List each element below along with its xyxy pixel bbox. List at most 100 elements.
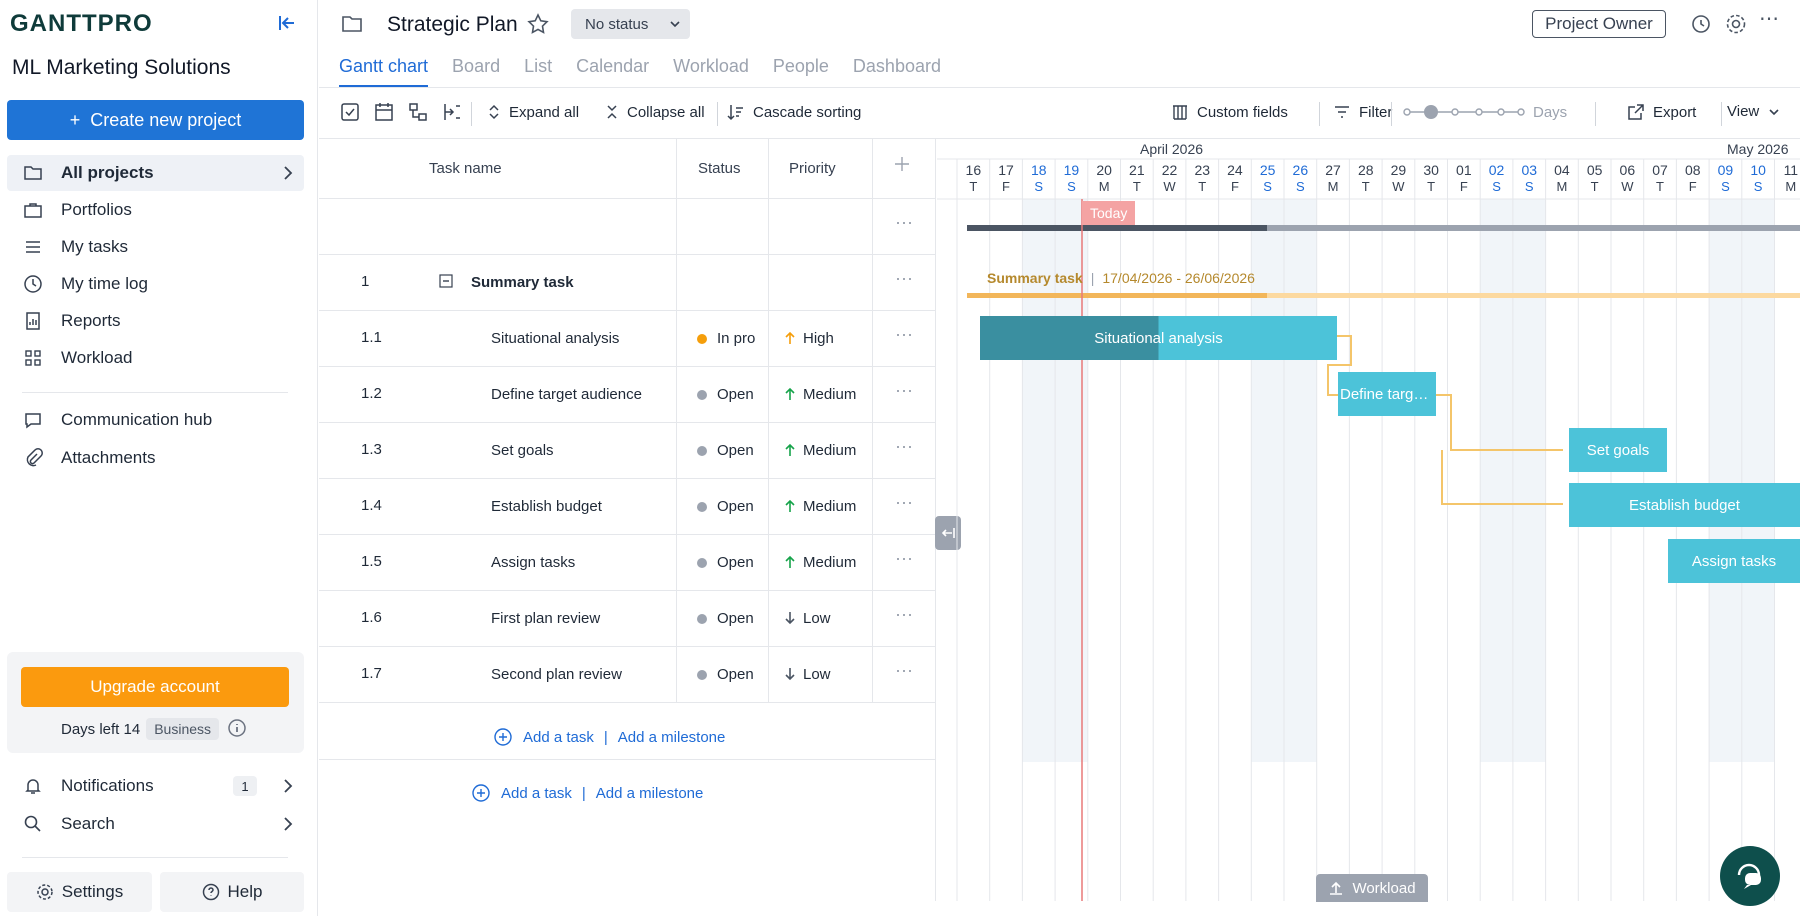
tab-board[interactable]: Board [452,56,500,87]
info-icon[interactable] [227,718,247,738]
summary-row[interactable]: 1 Summary task ⋯ [319,255,935,311]
add-milestone-link[interactable]: Add a milestone [618,729,726,746]
tab-workload[interactable]: Workload [673,56,749,87]
priority-value[interactable]: Low [803,666,831,683]
status-value[interactable]: Open [717,666,761,683]
status-value[interactable]: Open [717,386,761,403]
add-task-link[interactable]: Add a task [523,729,594,746]
sidebar-item-my-tasks[interactable]: My tasks [7,229,304,265]
sidebar-item-my-time-log[interactable]: My time log [7,266,304,302]
tab-gantt-chart[interactable]: Gantt chart [339,56,429,87]
table-row[interactable]: 1.2 Define target audience Open Medium ⋯ [319,367,935,423]
star-icon[interactable] [526,12,550,36]
hierarchy-icon[interactable] [407,101,431,125]
more-icon[interactable]: ⋯ [895,269,914,290]
more-icon[interactable]: ⋯ [895,381,914,402]
priority-value[interactable]: Medium [803,554,856,571]
more-icon[interactable]: ⋯ [895,549,914,570]
table-row[interactable]: 1.4 Establish budget Open Medium ⋯ [319,479,935,535]
add-task-link[interactable]: Add a task [501,785,572,802]
chat-support-button[interactable] [1720,846,1780,906]
create-project-button[interactable]: + Create new project [7,100,304,140]
project-row[interactable]: ⋯ [319,199,935,255]
role-badge[interactable]: Project Owner [1532,10,1666,38]
tab-list[interactable]: List [524,56,552,87]
task-name[interactable]: Establish budget [491,498,602,515]
zoom-slider[interactable]: Days [1403,103,1567,121]
sidebar-item-all-projects[interactable]: All projects [7,155,304,191]
export-button[interactable]: Export [1627,103,1696,121]
task-bar[interactable]: Define targ… [1338,372,1436,416]
table-row[interactable]: 1.6 First plan review Open Low ⋯ [319,591,935,647]
workload-panel-toggle[interactable]: Workload [1316,874,1428,902]
table-row[interactable]: 1.7 Second plan review Open Low ⋯ [319,647,935,703]
indent-icon[interactable] [441,101,465,125]
cascade-sorting-button[interactable]: Cascade sorting [727,103,861,121]
more-icon[interactable]: ⋯ [1759,6,1783,30]
project-status-dropdown[interactable]: No status [571,9,690,39]
table-row[interactable]: 1.1 Situational analysis In pro High ⋯ [319,311,935,367]
sidebar-item-communication-hub[interactable]: Communication hub [7,402,304,438]
add-column-icon[interactable] [893,155,911,173]
status-value[interactable]: Open [717,554,761,571]
sidebar-item-portfolios[interactable]: Portfolios [7,192,304,228]
task-bar[interactable]: Assign tasks [1668,539,1800,583]
more-icon[interactable]: ⋯ [895,605,914,626]
table-row[interactable]: 1.3 Set goals Open Medium ⋯ [319,423,935,479]
status-value[interactable]: In pro [717,330,761,347]
task-name[interactable]: Second plan review [491,666,622,683]
more-icon[interactable]: ⋯ [895,661,914,682]
status-value[interactable]: Open [717,442,761,459]
column-header-status[interactable]: Status [698,160,741,177]
filter-button[interactable]: Filter [1333,103,1392,121]
calendar-icon[interactable] [373,101,397,125]
task-name[interactable]: Define target audience [491,386,642,403]
collapse-all-button[interactable]: Collapse all [605,103,705,121]
settings-button[interactable]: Settings [7,872,152,912]
tab-calendar[interactable]: Calendar [576,56,649,87]
status-value[interactable]: Open [717,610,761,627]
collapse-row-icon[interactable] [439,274,453,288]
view-dropdown[interactable]: View [1727,103,1781,120]
more-icon[interactable]: ⋯ [895,437,914,458]
sidebar-item-attachments[interactable]: Attachments [7,440,304,476]
sidebar-item-notifications[interactable]: Notifications 1 [7,768,304,804]
collapse-sidebar-icon[interactable] [276,12,302,34]
task-bar[interactable]: Establish budget [1569,483,1800,527]
more-icon[interactable]: ⋯ [895,325,914,346]
more-icon[interactable]: ⋯ [895,213,914,234]
priority-value[interactable]: Low [803,610,831,627]
upgrade-account-button[interactable]: Upgrade account [21,667,289,707]
task-bar[interactable]: Set goals [1569,428,1667,472]
gear-icon[interactable] [1724,12,1748,36]
table-row[interactable]: 1.5 Assign tasks Open Medium ⋯ [319,535,935,591]
priority-value[interactable]: Medium [803,498,856,515]
priority-value[interactable]: Medium [803,442,856,459]
more-icon[interactable]: ⋯ [895,493,914,514]
sidebar-item-reports[interactable]: Reports [7,303,304,339]
task-name[interactable]: Situational analysis [491,330,619,347]
sidebar-item-workload[interactable]: Workload [7,340,304,376]
priority-value[interactable]: High [803,330,834,347]
priority-value[interactable]: Medium [803,386,856,403]
add-circle-icon[interactable] [471,783,491,803]
add-circle-icon[interactable] [493,727,513,747]
status-value[interactable]: Open [717,498,761,515]
help-button[interactable]: Help [160,872,304,912]
column-header-task-name[interactable]: Task name [429,160,502,177]
add-milestone-link[interactable]: Add a milestone [596,785,704,802]
column-header-priority[interactable]: Priority [789,160,836,177]
project-title[interactable]: Strategic Plan [387,13,518,37]
custom-fields-button[interactable]: Custom fields [1171,103,1288,121]
expand-all-button[interactable]: Expand all [487,103,579,121]
tab-people[interactable]: People [773,56,829,87]
checkbox-icon[interactable] [339,101,363,125]
task-bar[interactable]: Situational analysis [980,316,1337,360]
task-name[interactable]: Assign tasks [491,554,575,571]
tab-dashboard[interactable]: Dashboard [853,56,941,87]
history-icon[interactable] [1689,12,1713,36]
task-name[interactable]: First plan review [491,610,600,627]
task-name[interactable]: Set goals [491,442,554,459]
zoom-track[interactable] [1403,103,1525,121]
sidebar-item-search[interactable]: Search [7,806,304,842]
